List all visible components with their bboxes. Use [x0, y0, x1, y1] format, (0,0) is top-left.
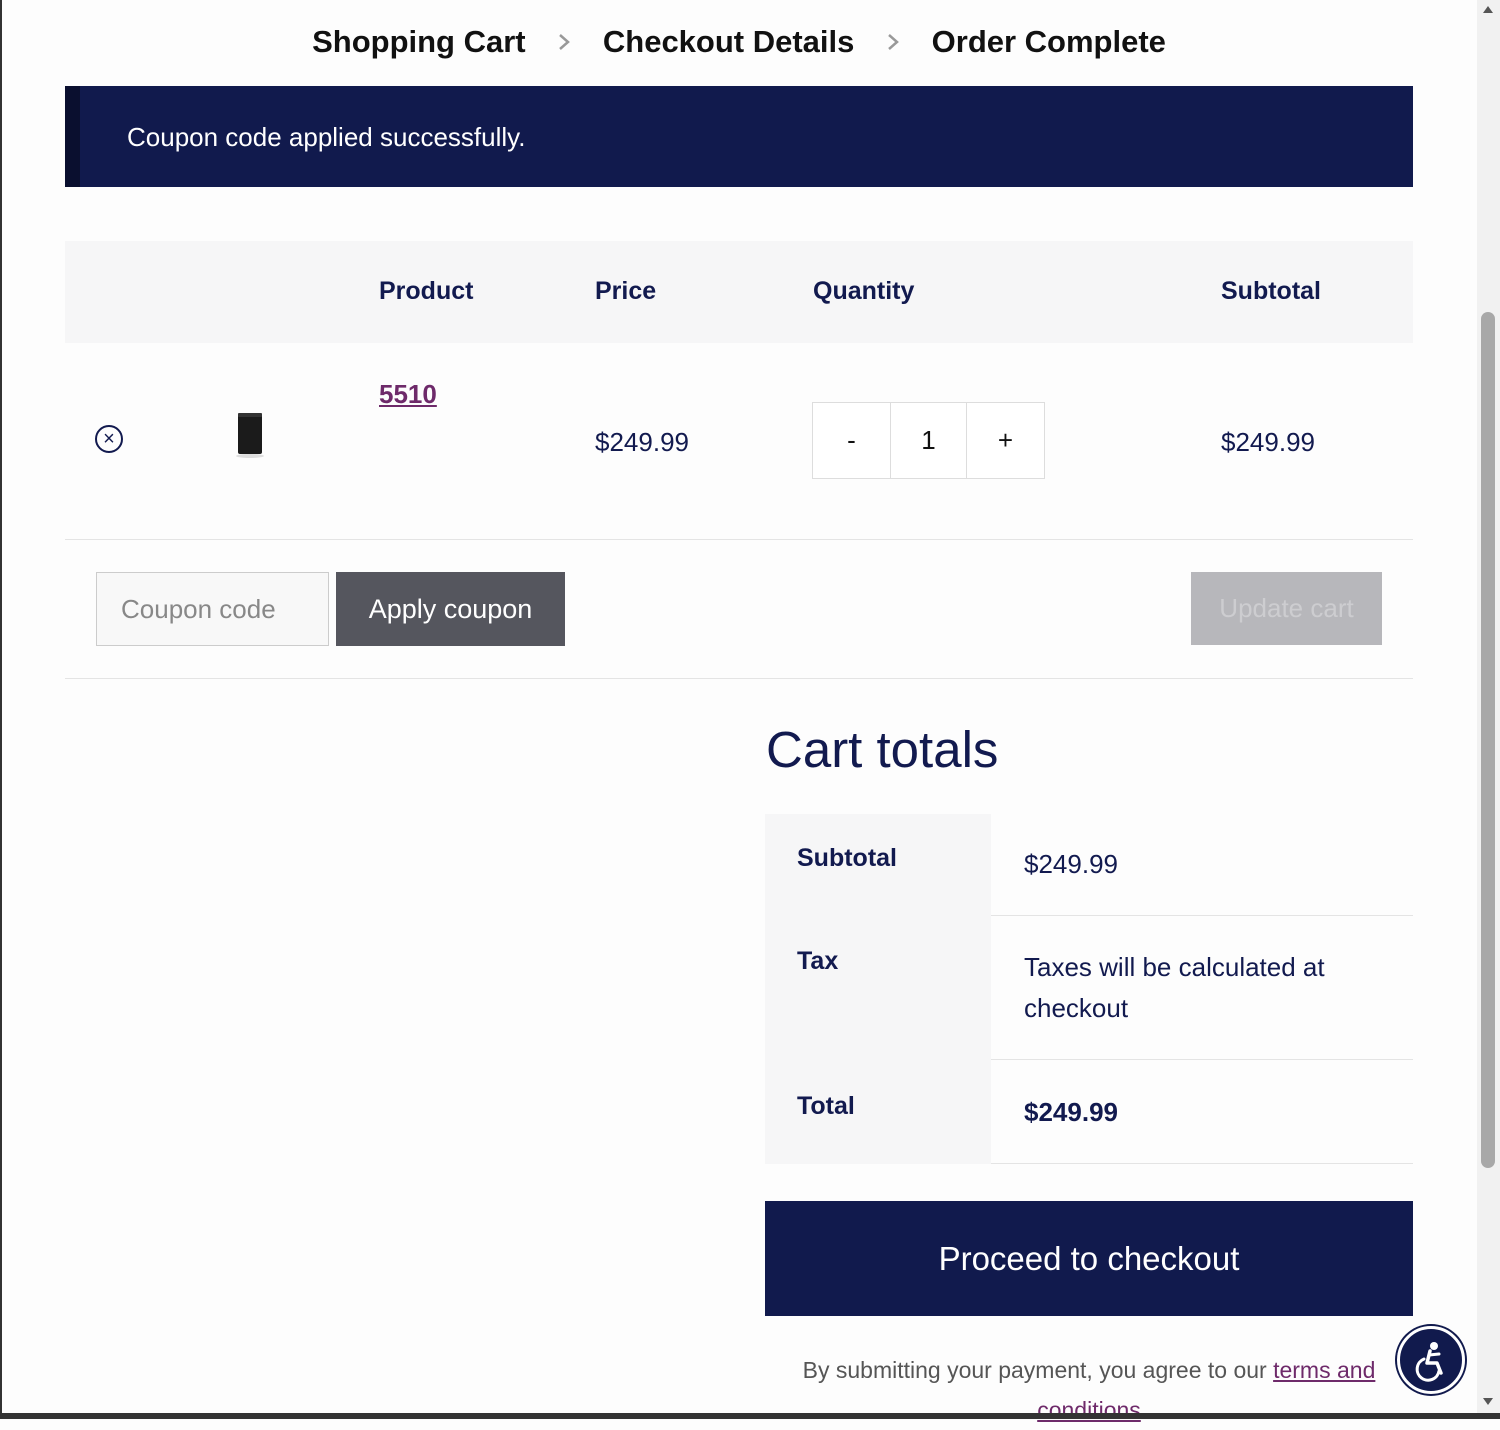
breadcrumb: Shopping Cart Checkout Details Order Com…: [0, 22, 1478, 60]
breadcrumb-step-shopping-cart[interactable]: Shopping Cart: [312, 24, 526, 60]
cart-totals-table: Subtotal $249.99 Tax Taxes will be calcu…: [765, 814, 1413, 1164]
quantity-stepper: - 1 +: [812, 402, 1046, 479]
product-link[interactable]: 5510: [379, 379, 437, 410]
apply-coupon-button[interactable]: Apply coupon: [336, 572, 565, 646]
quantity-decrease-button[interactable]: -: [812, 402, 891, 479]
totals-total-label: Total: [765, 1060, 991, 1164]
scroll-down-arrow-icon[interactable]: [1483, 1398, 1493, 1405]
quantity-input[interactable]: 1: [890, 402, 967, 479]
terms-prefix: By submitting your payment, you agree to…: [802, 1357, 1274, 1383]
coupon-success-notice: Coupon code applied successfully.: [65, 86, 1413, 187]
product-subtotal: $249.99: [1221, 427, 1315, 457]
coupon-code-input[interactable]: [96, 572, 329, 646]
chevron-right-icon: [888, 33, 899, 50]
breadcrumb-step-order-complete[interactable]: Order Complete: [932, 24, 1166, 60]
header-price: Price: [595, 277, 657, 305]
update-cart-button[interactable]: Update cart: [1191, 572, 1382, 645]
scrollbar-thumb[interactable]: [1481, 312, 1495, 1168]
cart-actions: Apply coupon Update cart: [65, 540, 1413, 679]
totals-tax-label: Tax: [765, 916, 991, 1060]
totals-subtotal-value: $249.99: [991, 814, 1413, 916]
cart-table-header: Product Price Quantity Subtotal: [65, 241, 1413, 343]
notice-accent-bar: [65, 86, 80, 187]
totals-subtotal-label: Subtotal: [765, 814, 991, 916]
accessibility-button[interactable]: [1397, 1326, 1465, 1394]
scroll-up-arrow-icon[interactable]: [1483, 6, 1493, 13]
header-quantity: Quantity: [813, 277, 915, 305]
chevron-right-icon: [559, 33, 571, 50]
totals-tax-value: Taxes will be calculated at checkout: [991, 916, 1413, 1060]
breadcrumb-step-checkout-details[interactable]: Checkout Details: [603, 24, 855, 60]
header-subtotal: Subtotal: [1221, 277, 1321, 305]
product-price: $249.99: [595, 427, 689, 457]
quantity-increase-button[interactable]: +: [966, 402, 1045, 479]
notice-message: Coupon code applied successfully.: [127, 122, 526, 152]
cart-totals-title: Cart totals: [766, 721, 999, 778]
totals-row-total: Total $249.99: [765, 1060, 1413, 1164]
remove-icon[interactable]: ×: [95, 425, 123, 453]
product-thumbnail[interactable]: [235, 411, 265, 459]
totals-row-subtotal: Subtotal $249.99: [765, 814, 1413, 916]
window-frame-left: [0, 0, 2, 1419]
totals-row-tax: Tax Taxes will be calculated at checkout: [765, 916, 1413, 1060]
table-row: × 5510 $249.99 - 1 + $249.99: [65, 343, 1413, 540]
totals-total-value: $249.99: [991, 1060, 1413, 1164]
proceed-to-checkout-button[interactable]: Proceed to checkout: [765, 1201, 1413, 1316]
accessibility-icon: [1415, 1342, 1443, 1382]
window-frame-bottom: [0, 1413, 1500, 1419]
header-product: Product: [379, 277, 474, 305]
